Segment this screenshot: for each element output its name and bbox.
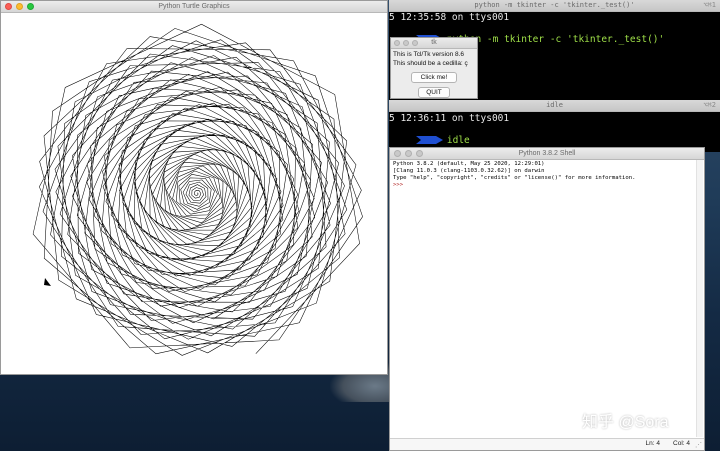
turtle-cursor-icon: [44, 278, 51, 286]
shell-statusbar: Ln: 4 Col: 4 ⋰: [390, 438, 704, 450]
turtle-canvas[interactable]: [1, 12, 387, 374]
terminal1-shortcut: ⌥⌘1: [703, 1, 716, 9]
turtle-window[interactable]: Python Turtle Graphics: [0, 0, 388, 375]
terminal2-titlebar[interactable]: idle ⌥⌘2: [389, 100, 720, 112]
tk-window-title: tk: [431, 39, 437, 46]
resize-grip-icon[interactable]: ⋰: [695, 441, 702, 449]
shell-prompt[interactable]: >>>: [393, 182, 403, 188]
desktop-edge: [706, 150, 720, 280]
terminal2-command: idle: [446, 135, 470, 146]
prompt-arrow-icon: [415, 136, 443, 144]
status-col: Col: 4: [673, 440, 690, 447]
tk-titlebar[interactable]: tk: [391, 38, 477, 49]
idle-titlebar[interactable]: Python 3.8.2 Shell: [390, 148, 704, 160]
terminal2-login-line: 5 12:36:11 on ttys001: [389, 113, 510, 124]
spiral-path: [32, 23, 363, 356]
click-me-button[interactable]: Click me!: [411, 72, 457, 83]
terminal2-title: idle: [546, 101, 563, 109]
shell-banner-line-1: Python 3.8.2 (default, May 25 2020, 12:2…: [393, 161, 545, 167]
terminal-window-2[interactable]: idle ⌥⌘2 5 12:36:11 on ttys001 idle: [389, 100, 720, 152]
idle-window-title: Python 3.8.2 Shell: [518, 150, 576, 157]
tk-version-label: This is Tcl/Tk version 8.6: [393, 51, 465, 58]
shell-banner-line-3: Type "help", "copyright", "credits" or "…: [393, 175, 636, 181]
watermark: 知乎 @Sora: [582, 414, 669, 431]
terminal1-titlebar[interactable]: python -m tkinter -c 'tkinter._test()' ⌥…: [389, 0, 720, 12]
shell-scrollbar[interactable]: [696, 160, 703, 437]
idle-shell-window[interactable]: Python 3.8.2 Shell Python 3.8.2 (default…: [389, 147, 705, 451]
terminal1-login-line: 5 12:35:58 on ttys001: [389, 12, 510, 23]
terminal2-shortcut: ⌥⌘2: [703, 101, 716, 109]
quit-button[interactable]: QUIT: [418, 87, 450, 98]
shell-banner-line-2: [Clang 11.0.3 (clang-1103.0.32.62)] on d…: [393, 168, 545, 174]
tk-test-window[interactable]: tk This is Tcl/Tk version 8.6 This shoul…: [390, 37, 478, 99]
tk-cedilla-label: This should be a cedilla: ç: [393, 60, 468, 67]
terminal1-command: python -m tkinter -c 'tkinter._test()': [446, 34, 665, 45]
turtle-window-title: Python Turtle Graphics: [158, 3, 230, 10]
status-line: Ln: 4: [645, 440, 660, 447]
terminal1-title: python -m tkinter -c 'tkinter._test()': [474, 1, 635, 9]
